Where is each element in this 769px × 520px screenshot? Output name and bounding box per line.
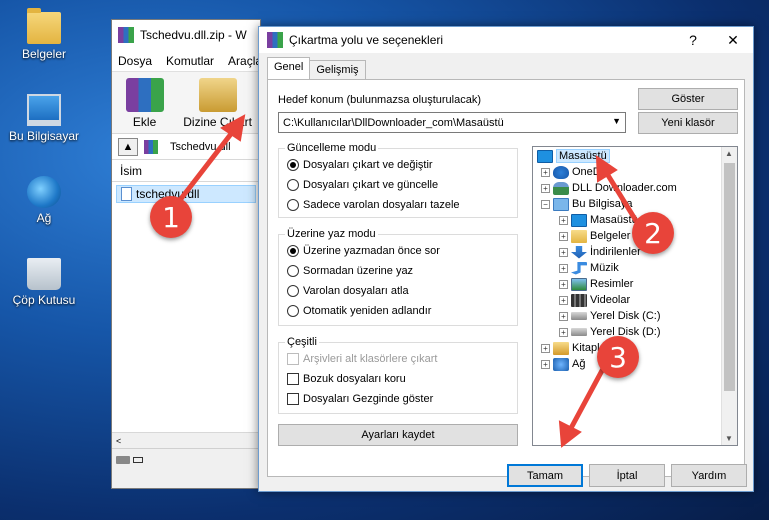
annotation-arrows bbox=[177, 114, 641, 448]
tab-genel[interactable]: Genel bbox=[267, 57, 311, 79]
callout-2: 2 bbox=[632, 212, 674, 254]
callout-3: 3 bbox=[597, 336, 639, 378]
callout-1: 1 bbox=[150, 196, 192, 238]
arrow-1-head bbox=[220, 114, 246, 142]
arrow-2 bbox=[603, 169, 641, 227]
arrow-1 bbox=[177, 127, 237, 203]
arrow-3 bbox=[567, 362, 608, 433]
